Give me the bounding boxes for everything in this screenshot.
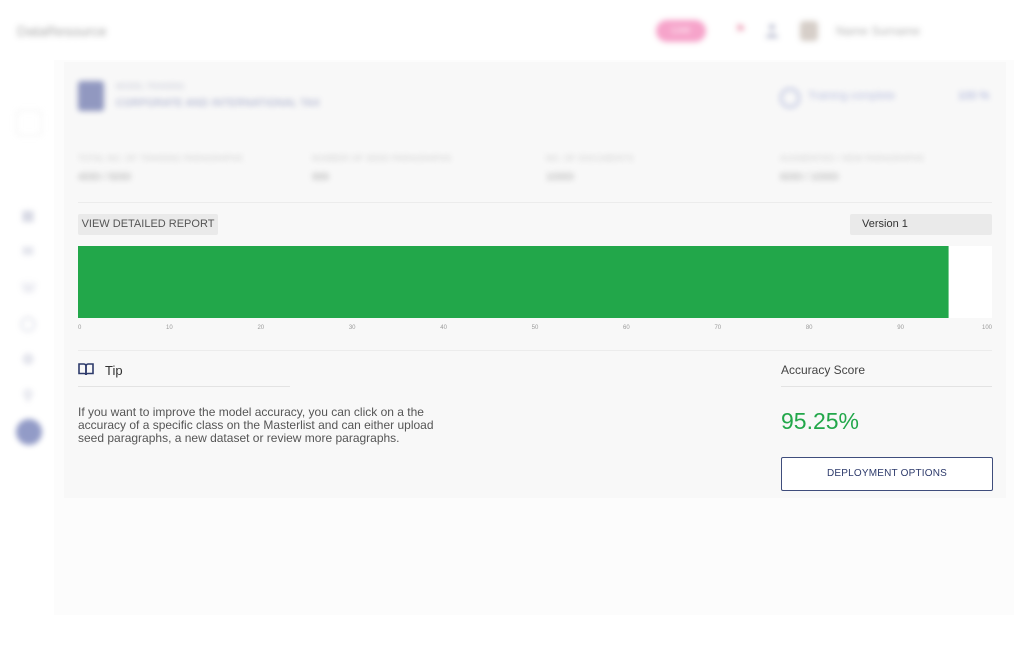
divider (78, 202, 992, 203)
globe-icon[interactable]: ◯ (20, 315, 36, 331)
grid-icon[interactable]: ▦ (20, 207, 36, 223)
tip-title: Tip (105, 363, 123, 378)
user-name[interactable]: Name Surname (836, 24, 920, 38)
phone-icon[interactable]: ☏ (20, 279, 38, 295)
accuracy-bar (78, 246, 949, 318)
active-circle-icon[interactable] (16, 419, 42, 445)
profile-icon[interactable] (765, 23, 779, 39)
stat-label: AUGMENTED / NEW PARAGRAPHS (780, 154, 925, 163)
avatar[interactable] (800, 21, 818, 41)
deployment-options-button[interactable]: DEPLOYMENT OPTIONS (781, 457, 993, 491)
accuracy-score-value: 95.25% (781, 408, 860, 434)
x-tick-label: 80 (806, 325, 813, 331)
model-logo-icon (78, 81, 104, 111)
x-tick-label: 90 (897, 325, 904, 331)
stat-value: 10000 (546, 172, 574, 183)
x-tick-label: 30 (349, 325, 356, 331)
training-status-value: 100 % (958, 90, 990, 102)
brand-logo[interactable]: DataResource (17, 23, 107, 39)
x-tick-label: 20 (257, 325, 264, 331)
stat-label: TOTAL NO. OF TRAINING PARAGRAPHS (78, 154, 243, 163)
divider (78, 350, 992, 351)
top-bar: DataResource Live ⚑ Name Surname (0, 0, 1035, 62)
x-tick-label: 10 (166, 325, 173, 331)
book-icon (78, 363, 94, 376)
x-tick-label: 70 (714, 325, 721, 331)
accuracy-score-label: Accuracy Score (781, 363, 866, 377)
x-tick-label: 60 (623, 325, 630, 331)
stat-value: 6000 / 10000 (780, 172, 839, 183)
x-tick-label: 100 (982, 325, 993, 331)
accuracy-bar-chart: 0 10 20 30 40 50 60 70 80 90 100 (78, 246, 993, 331)
pin-icon[interactable]: ⚑ (735, 22, 746, 36)
stat-value: 4000 / 5000 (78, 172, 131, 183)
check-circle-icon (780, 88, 800, 108)
chat-icon[interactable]: ✉ (20, 243, 36, 259)
status-badge[interactable]: Live (656, 20, 706, 42)
stat-label: NUMBER OF SEED PARAGRAPHS (312, 154, 452, 163)
stat-label: NO. OF DOCUMENTS (546, 154, 634, 163)
search-icon[interactable]: ⚲ (20, 387, 36, 403)
view-detailed-report-button[interactable]: VIEW DETAILED REPORT (78, 214, 218, 235)
model-title: CORPORATE AND INTERNATIONAL TAX (116, 98, 321, 109)
menu-icon[interactable] (16, 110, 42, 136)
settings-icon[interactable]: ⚙ (20, 351, 36, 367)
stat-value: 999 (312, 172, 329, 183)
x-tick-label: 50 (532, 325, 539, 331)
tip-text: If you want to improve the model accurac… (78, 405, 434, 445)
divider (781, 386, 992, 387)
x-tick-label: 0 (78, 325, 82, 331)
training-status-label: Training complete (808, 90, 896, 102)
model-kicker: MODEL TRAINING (116, 82, 185, 91)
version-select[interactable]: Version 1 (850, 214, 992, 235)
x-tick-label: 40 (440, 325, 447, 331)
divider (78, 386, 290, 387)
